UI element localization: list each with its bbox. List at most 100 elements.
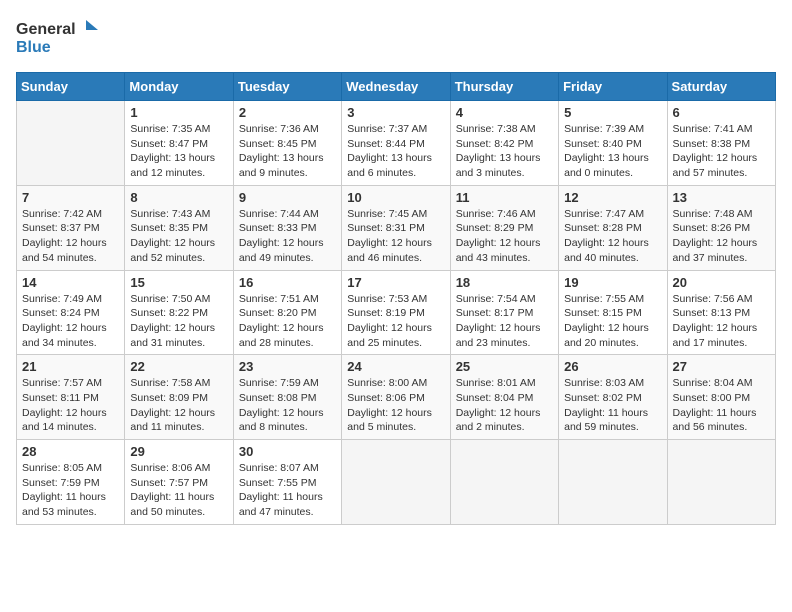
calendar-week-row: 21 Sunrise: 7:57 AM Sunset: 8:11 PM Dayli… — [17, 355, 776, 440]
day-number: 26 — [564, 359, 661, 374]
calendar-cell: 13 Sunrise: 7:48 AM Sunset: 8:26 PM Dayli… — [667, 185, 775, 270]
calendar-cell: 16 Sunrise: 7:51 AM Sunset: 8:20 PM Dayli… — [233, 270, 341, 355]
day-info: Sunrise: 7:51 AM Sunset: 8:20 PM Dayligh… — [239, 292, 336, 351]
day-number: 18 — [456, 275, 553, 290]
calendar-cell: 9 Sunrise: 7:44 AM Sunset: 8:33 PM Daylig… — [233, 185, 341, 270]
day-number: 23 — [239, 359, 336, 374]
day-number: 20 — [673, 275, 770, 290]
calendar-cell: 4 Sunrise: 7:38 AM Sunset: 8:42 PM Daylig… — [450, 101, 558, 186]
day-of-week-header: Monday — [125, 73, 233, 101]
day-number: 29 — [130, 444, 227, 459]
day-info: Sunrise: 7:44 AM Sunset: 8:33 PM Dayligh… — [239, 207, 336, 266]
calendar-cell: 30 Sunrise: 8:07 AM Sunset: 7:55 PM Dayli… — [233, 440, 341, 525]
day-number: 7 — [22, 190, 119, 205]
day-info: Sunrise: 7:47 AM Sunset: 8:28 PM Dayligh… — [564, 207, 661, 266]
day-info: Sunrise: 8:05 AM Sunset: 7:59 PM Dayligh… — [22, 461, 119, 520]
day-info: Sunrise: 7:53 AM Sunset: 8:19 PM Dayligh… — [347, 292, 444, 351]
calendar-cell: 29 Sunrise: 8:06 AM Sunset: 7:57 PM Dayli… — [125, 440, 233, 525]
logo-svg: GeneralBlue — [16, 16, 106, 60]
day-number: 27 — [673, 359, 770, 374]
page-header: GeneralBlue — [16, 16, 776, 60]
calendar-cell: 6 Sunrise: 7:41 AM Sunset: 8:38 PM Daylig… — [667, 101, 775, 186]
svg-text:General: General — [16, 21, 76, 38]
calendar-cell: 3 Sunrise: 7:37 AM Sunset: 8:44 PM Daylig… — [342, 101, 450, 186]
calendar-cell: 2 Sunrise: 7:36 AM Sunset: 8:45 PM Daylig… — [233, 101, 341, 186]
calendar-week-row: 14Sunrise: 7:49 AM Sunset: 8:24 PM Dayli… — [17, 270, 776, 355]
day-info: Sunrise: 7:50 AM Sunset: 8:22 PM Dayligh… — [130, 292, 227, 351]
day-number: 4 — [456, 105, 553, 120]
calendar-cell: 22 Sunrise: 7:58 AM Sunset: 8:09 PM Dayli… — [125, 355, 233, 440]
day-info: Sunrise: 7:55 AM Sunset: 8:15 PM Dayligh… — [564, 292, 661, 351]
calendar-cell — [559, 440, 667, 525]
calendar-header-row: SundayMondayTuesdayWednesdayThursdayFrid… — [17, 73, 776, 101]
day-number: 15 — [130, 275, 227, 290]
calendar-cell — [450, 440, 558, 525]
calendar-cell: 14Sunrise: 7:49 AM Sunset: 8:24 PM Dayli… — [17, 270, 125, 355]
day-info: Sunrise: 8:06 AM Sunset: 7:57 PM Dayligh… — [130, 461, 227, 520]
day-number: 28 — [22, 444, 119, 459]
day-number: 19 — [564, 275, 661, 290]
day-info: Sunrise: 7:39 AM Sunset: 8:40 PM Dayligh… — [564, 122, 661, 181]
calendar-cell — [342, 440, 450, 525]
day-number: 16 — [239, 275, 336, 290]
day-number: 10 — [347, 190, 444, 205]
day-number: 13 — [673, 190, 770, 205]
day-info: Sunrise: 8:03 AM Sunset: 8:02 PM Dayligh… — [564, 376, 661, 435]
day-info: Sunrise: 7:58 AM Sunset: 8:09 PM Dayligh… — [130, 376, 227, 435]
svg-text:Blue: Blue — [16, 39, 51, 56]
day-number: 1 — [130, 105, 227, 120]
day-number: 3 — [347, 105, 444, 120]
day-info: Sunrise: 7:48 AM Sunset: 8:26 PM Dayligh… — [673, 207, 770, 266]
day-number: 25 — [456, 359, 553, 374]
day-info: Sunrise: 8:07 AM Sunset: 7:55 PM Dayligh… — [239, 461, 336, 520]
day-number: 5 — [564, 105, 661, 120]
calendar-cell — [17, 101, 125, 186]
calendar-week-row: 1 Sunrise: 7:35 AM Sunset: 8:47 PM Daylig… — [17, 101, 776, 186]
day-info: Sunrise: 7:38 AM Sunset: 8:42 PM Dayligh… — [456, 122, 553, 181]
day-of-week-header: Saturday — [667, 73, 775, 101]
day-of-week-header: Wednesday — [342, 73, 450, 101]
calendar-cell: 26 Sunrise: 8:03 AM Sunset: 8:02 PM Dayli… — [559, 355, 667, 440]
day-number: 9 — [239, 190, 336, 205]
calendar-week-row: 28 Sunrise: 8:05 AM Sunset: 7:59 PM Dayli… — [17, 440, 776, 525]
day-number: 30 — [239, 444, 336, 459]
day-info: Sunrise: 7:45 AM Sunset: 8:31 PM Dayligh… — [347, 207, 444, 266]
day-number: 21 — [22, 359, 119, 374]
day-info: Sunrise: 8:04 AM Sunset: 8:00 PM Dayligh… — [673, 376, 770, 435]
day-info: Sunrise: 8:01 AM Sunset: 8:04 PM Dayligh… — [456, 376, 553, 435]
day-info: Sunrise: 7:35 AM Sunset: 8:47 PM Dayligh… — [130, 122, 227, 181]
day-number: 24 — [347, 359, 444, 374]
day-number: 22 — [130, 359, 227, 374]
day-info: Sunrise: 7:54 AM Sunset: 8:17 PM Dayligh… — [456, 292, 553, 351]
calendar-cell: 27 Sunrise: 8:04 AM Sunset: 8:00 PM Dayli… — [667, 355, 775, 440]
calendar-cell: 20 Sunrise: 7:56 AM Sunset: 8:13 PM Dayli… — [667, 270, 775, 355]
day-info: Sunrise: 7:43 AM Sunset: 8:35 PM Dayligh… — [130, 207, 227, 266]
day-info: Sunrise: 7:57 AM Sunset: 8:11 PM Dayligh… — [22, 376, 119, 435]
calendar-cell: 23 Sunrise: 7:59 AM Sunset: 8:08 PM Dayli… — [233, 355, 341, 440]
calendar-cell: 11Sunrise: 7:46 AM Sunset: 8:29 PM Dayli… — [450, 185, 558, 270]
day-number: 8 — [130, 190, 227, 205]
day-number: 6 — [673, 105, 770, 120]
calendar-cell: 8 Sunrise: 7:43 AM Sunset: 8:35 PM Daylig… — [125, 185, 233, 270]
day-of-week-header: Friday — [559, 73, 667, 101]
day-info: Sunrise: 7:41 AM Sunset: 8:38 PM Dayligh… — [673, 122, 770, 181]
calendar-cell: 5 Sunrise: 7:39 AM Sunset: 8:40 PM Daylig… — [559, 101, 667, 186]
day-info: Sunrise: 7:56 AM Sunset: 8:13 PM Dayligh… — [673, 292, 770, 351]
day-number: 2 — [239, 105, 336, 120]
day-of-week-header: Sunday — [17, 73, 125, 101]
day-number: 17 — [347, 275, 444, 290]
calendar-week-row: 7Sunrise: 7:42 AM Sunset: 8:37 PM Daylig… — [17, 185, 776, 270]
day-info: Sunrise: 8:00 AM Sunset: 8:06 PM Dayligh… — [347, 376, 444, 435]
calendar-table: SundayMondayTuesdayWednesdayThursdayFrid… — [16, 72, 776, 525]
calendar-cell: 15 Sunrise: 7:50 AM Sunset: 8:22 PM Dayli… — [125, 270, 233, 355]
day-number: 11 — [456, 190, 553, 205]
calendar-cell: 17 Sunrise: 7:53 AM Sunset: 8:19 PM Dayli… — [342, 270, 450, 355]
day-info: Sunrise: 7:59 AM Sunset: 8:08 PM Dayligh… — [239, 376, 336, 435]
calendar-cell — [667, 440, 775, 525]
calendar-cell: 28 Sunrise: 8:05 AM Sunset: 7:59 PM Dayli… — [17, 440, 125, 525]
day-info: Sunrise: 7:36 AM Sunset: 8:45 PM Dayligh… — [239, 122, 336, 181]
day-info: Sunrise: 7:37 AM Sunset: 8:44 PM Dayligh… — [347, 122, 444, 181]
day-info: Sunrise: 7:49 AM Sunset: 8:24 PM Dayligh… — [22, 292, 119, 351]
calendar-cell: 24 Sunrise: 8:00 AM Sunset: 8:06 PM Dayli… — [342, 355, 450, 440]
calendar-cell: 7Sunrise: 7:42 AM Sunset: 8:37 PM Daylig… — [17, 185, 125, 270]
